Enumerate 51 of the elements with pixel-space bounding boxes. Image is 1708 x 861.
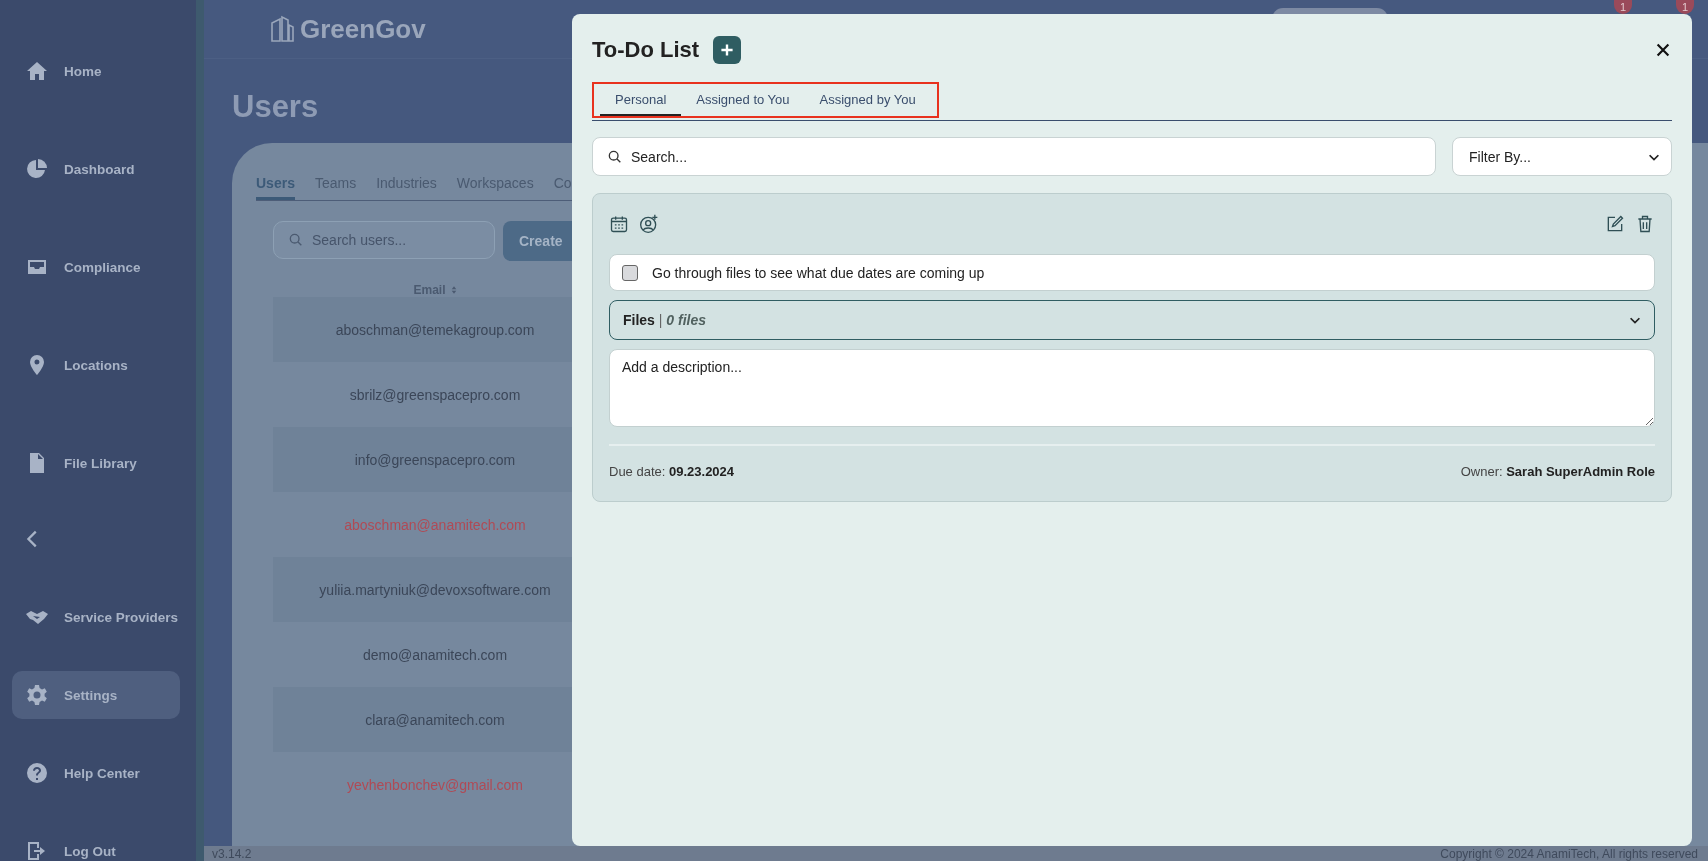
sidebar-item[interactable]: Locations <box>12 341 180 389</box>
building-icon <box>268 15 296 43</box>
sidebar-item[interactable]: Home <box>12 47 180 95</box>
table-cell-text: sbrilz@greenspacepro.com <box>348 386 522 403</box>
search-field[interactable]: Search... <box>592 137 1436 176</box>
sidebar-item[interactable]: Settings <box>12 671 180 719</box>
table-cell-text: demo@anamitech.com <box>361 646 509 663</box>
checkbox[interactable] <box>622 264 638 281</box>
add-button[interactable] <box>713 36 742 64</box>
logo-text: GreenGov <box>300 13 426 45</box>
sidebar-item[interactable]: File Library <box>12 439 180 487</box>
trash-icon[interactable] <box>1635 214 1655 234</box>
search-icon <box>607 148 623 165</box>
calendar-icon[interactable] <box>609 214 629 234</box>
filter-dropdown[interactable]: Filter By... <box>1452 137 1672 176</box>
table-cell-text: clara@anamitech.com <box>364 711 506 728</box>
settings-icon <box>25 683 49 707</box>
search-field[interactable]: Search users... <box>273 221 495 259</box>
description-field[interactable]: Add a description... <box>609 349 1655 427</box>
search-icon <box>288 232 304 248</box>
pie-chart-icon <box>25 157 49 181</box>
sidebar-item[interactable]: Log Out <box>12 827 180 861</box>
search-placeholder: Search users... <box>312 232 407 248</box>
table-cell-text: yuliia.martyniuk@devoxsoftware.com <box>318 581 552 598</box>
task-title: Go through files to see what due dates are coming up <box>652 264 985 281</box>
sidebar-item[interactable]: Help Center <box>12 749 180 797</box>
tab[interactable]: Assigned by You <box>804 84 931 116</box>
sidebar-item[interactable]: Compliance <box>12 243 180 291</box>
notification-badge: 1 <box>1614 0 1632 14</box>
plus-icon <box>719 42 736 58</box>
edit-icon[interactable] <box>1605 214 1625 234</box>
sidebar-item[interactable]: Dashboard <box>12 145 180 193</box>
table-cell-text: aboschman@temekagroup.com <box>334 321 536 338</box>
close-icon[interactable] <box>1654 41 1672 59</box>
page-title: Users <box>232 88 319 126</box>
tab[interactable]: Assigned to You <box>681 84 805 116</box>
table-cell-text: aboschman@anamitech.com <box>343 516 527 533</box>
help-icon <box>25 761 49 785</box>
owner: Owner: Sarah SuperAdmin Role <box>1460 464 1655 479</box>
table-cell-text: info@greenspacepro.com <box>353 451 517 468</box>
due-date: Due date: 09.23.2024 <box>609 464 735 479</box>
table-cell-text: yevhenbonchev@gmail.com <box>345 776 525 793</box>
sort-icon <box>450 285 457 295</box>
tab[interactable]: Personal <box>600 84 682 116</box>
home-icon <box>25 59 49 83</box>
notification-badge: 1 <box>1676 0 1694 14</box>
files-accordion[interactable]: Files | 0 files <box>609 300 1655 340</box>
search-placeholder: Search... <box>631 148 688 165</box>
dialog-title: To-Do List <box>592 37 700 63</box>
sidebar-item[interactable]: Service Providers <box>12 593 180 641</box>
add-user-icon[interactable] <box>639 214 659 234</box>
